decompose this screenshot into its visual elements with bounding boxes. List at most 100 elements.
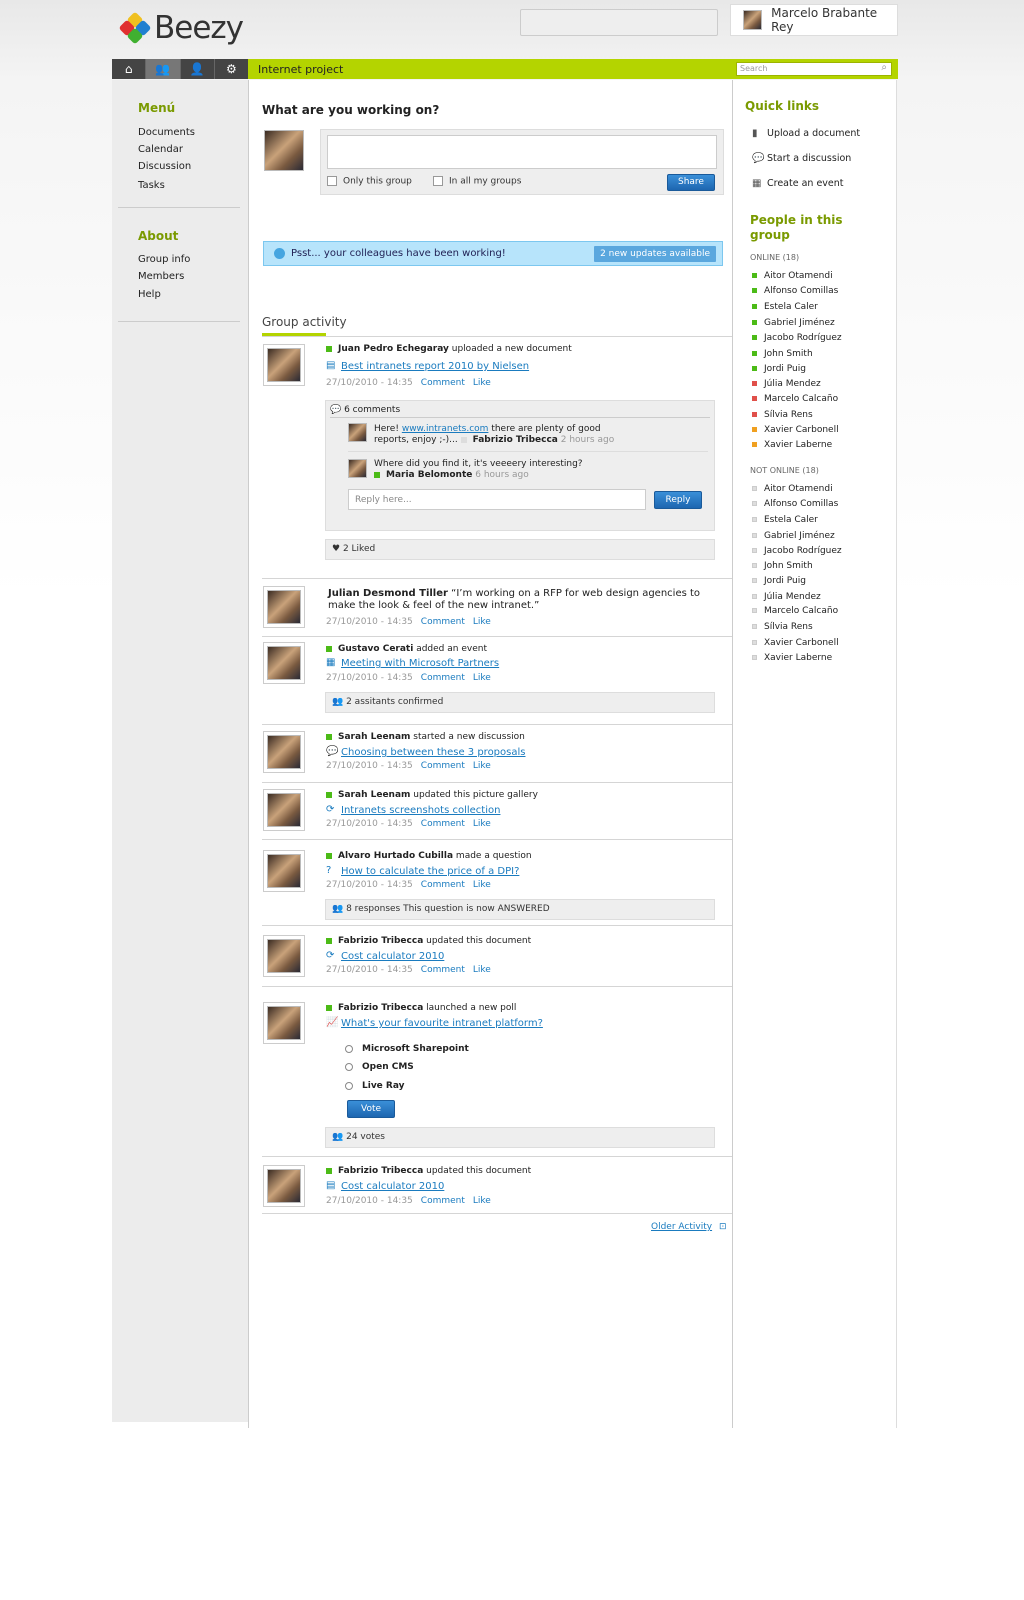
activity-avatar[interactable] (263, 850, 305, 892)
about-members[interactable]: Members (138, 271, 184, 282)
new-updates-button[interactable]: 2 new updates available (594, 246, 716, 262)
activity-avatar[interactable] (263, 344, 305, 386)
person-online[interactable]: Júlia Mendez (752, 379, 821, 389)
person-offline[interactable]: Júlia Mendez (752, 592, 821, 602)
reply-input[interactable]: Reply here... (348, 489, 646, 510)
user-menu[interactable]: Marcelo Brabante Rey (730, 4, 898, 36)
comment-link[interactable]: Comment (421, 378, 465, 388)
vote-button[interactable]: Vote (347, 1100, 395, 1118)
activity-avatar[interactable] (263, 731, 305, 773)
upload-document-link[interactable]: ▮ Upload a document (752, 128, 860, 139)
top-search-input[interactable] (520, 9, 718, 36)
person-online[interactable]: Sílvia Rens (752, 410, 813, 420)
actor-name[interactable]: Juan Pedro Echegaray (338, 344, 449, 354)
activity-link[interactable]: ? How to calculate the price of a DPI? (326, 866, 519, 878)
person-offline[interactable]: Sílvia Rens (752, 622, 813, 632)
person-offline[interactable]: Xavier Laberne (752, 653, 832, 663)
poll-option[interactable]: Live Ray (345, 1081, 405, 1091)
comment-link[interactable]: Comment (421, 761, 465, 771)
activity-link[interactable]: ▤ Cost calculator 2010 (326, 1181, 444, 1193)
person-online[interactable]: Aitor Otamendi (752, 271, 833, 281)
actor-name[interactable]: Sarah Leenam (338, 732, 410, 742)
poll-option[interactable]: Open CMS (345, 1062, 414, 1072)
like-link[interactable]: Like (473, 819, 491, 829)
person-online[interactable]: Xavier Laberne (752, 440, 832, 450)
menu-tasks[interactable]: Tasks (138, 180, 165, 191)
activity-link[interactable]: 💬 Choosing between these 3 proposals (326, 747, 525, 759)
comment-link[interactable]: Comment (421, 1196, 465, 1206)
groups-tab[interactable]: 👥 (146, 59, 181, 79)
activity-link[interactable]: ⟳ Intranets screenshots collection (326, 805, 500, 817)
person-offline[interactable]: Xavier Carbonell (752, 638, 839, 648)
menu-documents[interactable]: Documents (138, 127, 195, 138)
like-link[interactable]: Like (473, 378, 491, 388)
person-offline[interactable]: Estela Caler (752, 515, 818, 525)
activity-avatar[interactable] (263, 789, 305, 831)
settings-tab[interactable]: ⚙ (215, 59, 248, 79)
poll-option[interactable]: Microsoft Sharepoint (345, 1044, 469, 1054)
actor-name[interactable]: Gustavo Cerati (338, 644, 413, 654)
person-offline[interactable]: Jacobo Rodríguez (752, 546, 842, 556)
comment-link[interactable]: Comment (421, 673, 465, 683)
activity-avatar[interactable] (263, 1165, 305, 1207)
actor-name[interactable]: Fabrizio Tribecca (338, 936, 423, 946)
person-offline[interactable]: Gabriel Jiménez (752, 531, 835, 541)
share-button[interactable]: Share (667, 174, 715, 191)
reply-button[interactable]: Reply (654, 491, 702, 509)
person-online[interactable]: Alfonso Comillas (752, 286, 838, 296)
actor-name[interactable]: Fabrizio Tribecca (338, 1003, 423, 1013)
about-group-info[interactable]: Group info (138, 254, 190, 265)
about-help[interactable]: Help (138, 289, 161, 300)
commenter-avatar[interactable] (348, 459, 367, 478)
activity-link[interactable]: ▤ Best intranets report 2010 by Nielsen (326, 361, 529, 373)
all-groups-option[interactable]: In all my groups (433, 176, 521, 187)
like-link[interactable]: Like (473, 761, 491, 771)
comment-link[interactable]: Comment (421, 617, 465, 627)
commenter-avatar[interactable] (348, 423, 367, 442)
status-textarea[interactable] (327, 135, 717, 169)
create-event-link[interactable]: ▦ Create an event (752, 178, 844, 189)
radio-button[interactable] (345, 1062, 353, 1071)
only-group-checkbox[interactable] (327, 176, 337, 186)
activity-link[interactable]: ▦ Meeting with Microsoft Partners (326, 658, 499, 670)
comment-link[interactable]: Comment (421, 880, 465, 890)
older-activity-link[interactable]: Older Activity ⊡ (651, 1222, 726, 1232)
person-offline[interactable]: Alfonso Comillas (752, 499, 838, 509)
radio-button[interactable] (345, 1044, 353, 1053)
only-group-option[interactable]: Only this group (327, 176, 412, 187)
like-link[interactable]: Like (473, 965, 491, 975)
person-online[interactable]: Jordi Puig (752, 364, 806, 374)
home-tab[interactable]: ⌂ (112, 59, 147, 79)
activity-avatar[interactable] (263, 935, 305, 977)
like-link[interactable]: Like (473, 617, 491, 627)
person-online[interactable]: Jacobo Rodríguez (752, 333, 842, 343)
group-search-input[interactable]: Search ⌕ (736, 62, 892, 76)
person-online[interactable]: Gabriel Jiménez (752, 318, 835, 328)
person-offline[interactable]: Jordi Puig (752, 576, 806, 586)
like-link[interactable]: Like (473, 673, 491, 683)
activity-avatar[interactable] (263, 1002, 305, 1044)
person-online[interactable]: John Smith (752, 349, 813, 359)
person-online[interactable]: Marcelo Calcaño (752, 394, 838, 404)
comment-link-url[interactable]: www.intranets.com (402, 424, 489, 434)
person-offline[interactable]: John Smith (752, 561, 813, 571)
radio-button[interactable] (345, 1081, 353, 1090)
comment-link[interactable]: Comment (421, 965, 465, 975)
menu-discussion[interactable]: Discussion (138, 161, 191, 172)
comment-link[interactable]: Comment (421, 819, 465, 829)
person-offline[interactable]: Marcelo Calcaño (752, 606, 838, 616)
person-offline[interactable]: Aitor Otamendi (752, 484, 833, 494)
actor-name[interactable]: Alvaro Hurtado Cubilla (338, 851, 453, 861)
activity-avatar[interactable] (263, 586, 305, 628)
like-link[interactable]: Like (473, 880, 491, 890)
activity-avatar[interactable] (263, 642, 305, 684)
like-link[interactable]: Like (473, 1196, 491, 1206)
beezy-logo[interactable]: Beezy (118, 10, 244, 46)
profile-tab[interactable]: 👤 (181, 59, 215, 79)
actor-name[interactable]: Julian Desmond Tiller (328, 588, 448, 599)
activity-link[interactable]: ⟳ Cost calculator 2010 (326, 951, 444, 963)
activity-link[interactable]: 📈 What's your favourite intranet platform… (326, 1018, 543, 1030)
person-online[interactable]: Xavier Carbonell (752, 425, 839, 435)
person-online[interactable]: Estela Caler (752, 302, 818, 312)
all-groups-checkbox[interactable] (433, 176, 443, 186)
